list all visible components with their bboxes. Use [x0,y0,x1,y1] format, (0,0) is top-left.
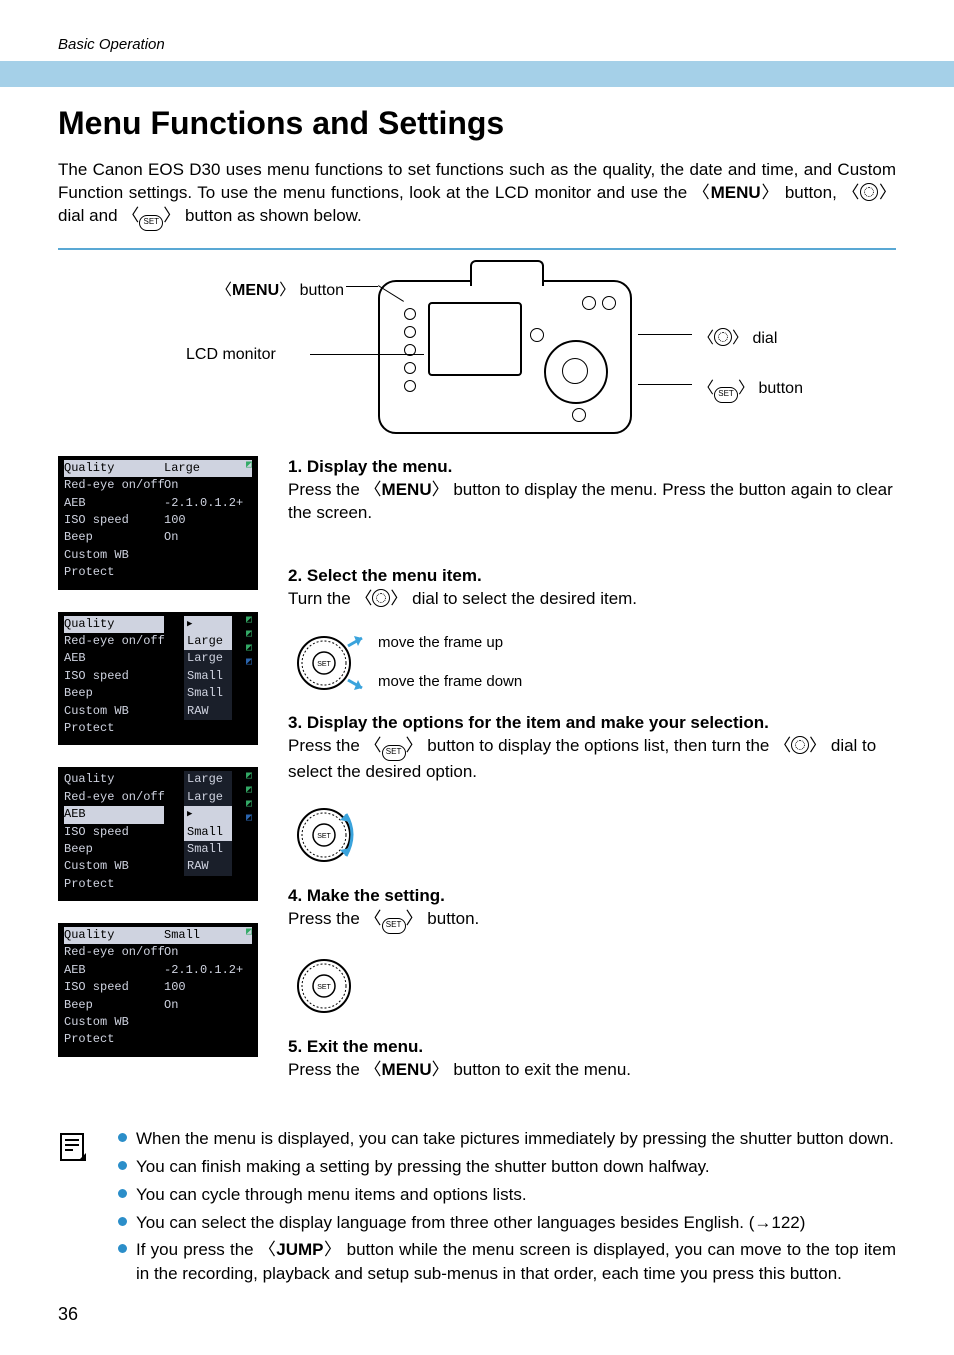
lcd-screen-1: ◩ QualityLarge Red-eye on/offOn AEB-2.1.… [58,456,258,590]
note-item: When the menu is displayed, you can take… [118,1127,896,1151]
lcd-examples: ◩ QualityLarge Red-eye on/offOn AEB-2.1.… [58,456,258,1099]
button-column [404,308,416,392]
menu-button-label: MENU [232,282,279,299]
steps-column: 1. Display the menu. Press the MENU butt… [288,456,896,1099]
note-icon [58,1127,92,1290]
lcd-screen-2: ◩◩◩◩ Quality Red-eye on/off AEB ISO spee… [58,612,258,746]
move-down-label: move the frame down [378,672,522,692]
notes-box: When the menu is displayed, you can take… [58,1127,896,1290]
set-icon [139,215,163,231]
svg-text:SET: SET [317,984,331,991]
dial-move-illustration: SET move the frame up move the frame dow… [288,628,896,698]
svg-text:SET: SET [317,833,331,840]
camera-diagram: MENU button LCD monitor dial button [58,256,896,446]
set-icon [714,387,738,403]
step-5-heading: 5. Exit the menu. [288,1037,423,1056]
note-item: If you press the JUMP button while the m… [118,1238,896,1286]
dial-svg-icon: SET [288,951,368,1021]
divider [58,248,896,250]
lcd-screen-4: ◩ QualitySmall Red-eye on/offOn AEB-2.1.… [58,923,258,1057]
lcd-monitor-label: LCD monitor [186,346,276,364]
main-dial [544,340,608,404]
header-bar [0,61,954,87]
dial-svg-icon: SET [288,628,368,698]
note-item: You can finish making a setting by press… [118,1155,896,1179]
move-up-label: move the frame up [378,633,522,653]
note-item: You can select the display language from… [118,1211,896,1235]
note-item: You can cycle through menu items and opt… [118,1183,896,1207]
camera-body [378,280,632,434]
set-icon [382,745,406,761]
lcd-screen-3: ◩◩◩◩ Quality Red-eye on/off AEB ISO spee… [58,767,258,901]
intro-paragraph: The Canon EOS D30 uses menu functions to… [58,159,896,231]
dial-icon [860,183,878,201]
menu-label: MENU [711,183,761,202]
page-number: 36 [58,1304,78,1325]
dial-icon [791,736,809,754]
step-2-heading: 2. Select the menu item. [288,566,482,585]
lcd-screen [428,302,522,376]
dial-icon [372,589,390,607]
step-4-heading: 4. Make the setting. [288,886,445,905]
step-1-heading: 1. Display the menu. [288,457,452,476]
dial-svg-icon: SET [288,800,368,870]
step-3-heading: 3. Display the options for the item and … [288,713,769,732]
running-header: Basic Operation [58,36,896,53]
svg-text:SET: SET [317,661,331,668]
page-title: Menu Functions and Settings [58,105,896,142]
set-icon [382,918,406,934]
dial-icon [714,328,732,346]
